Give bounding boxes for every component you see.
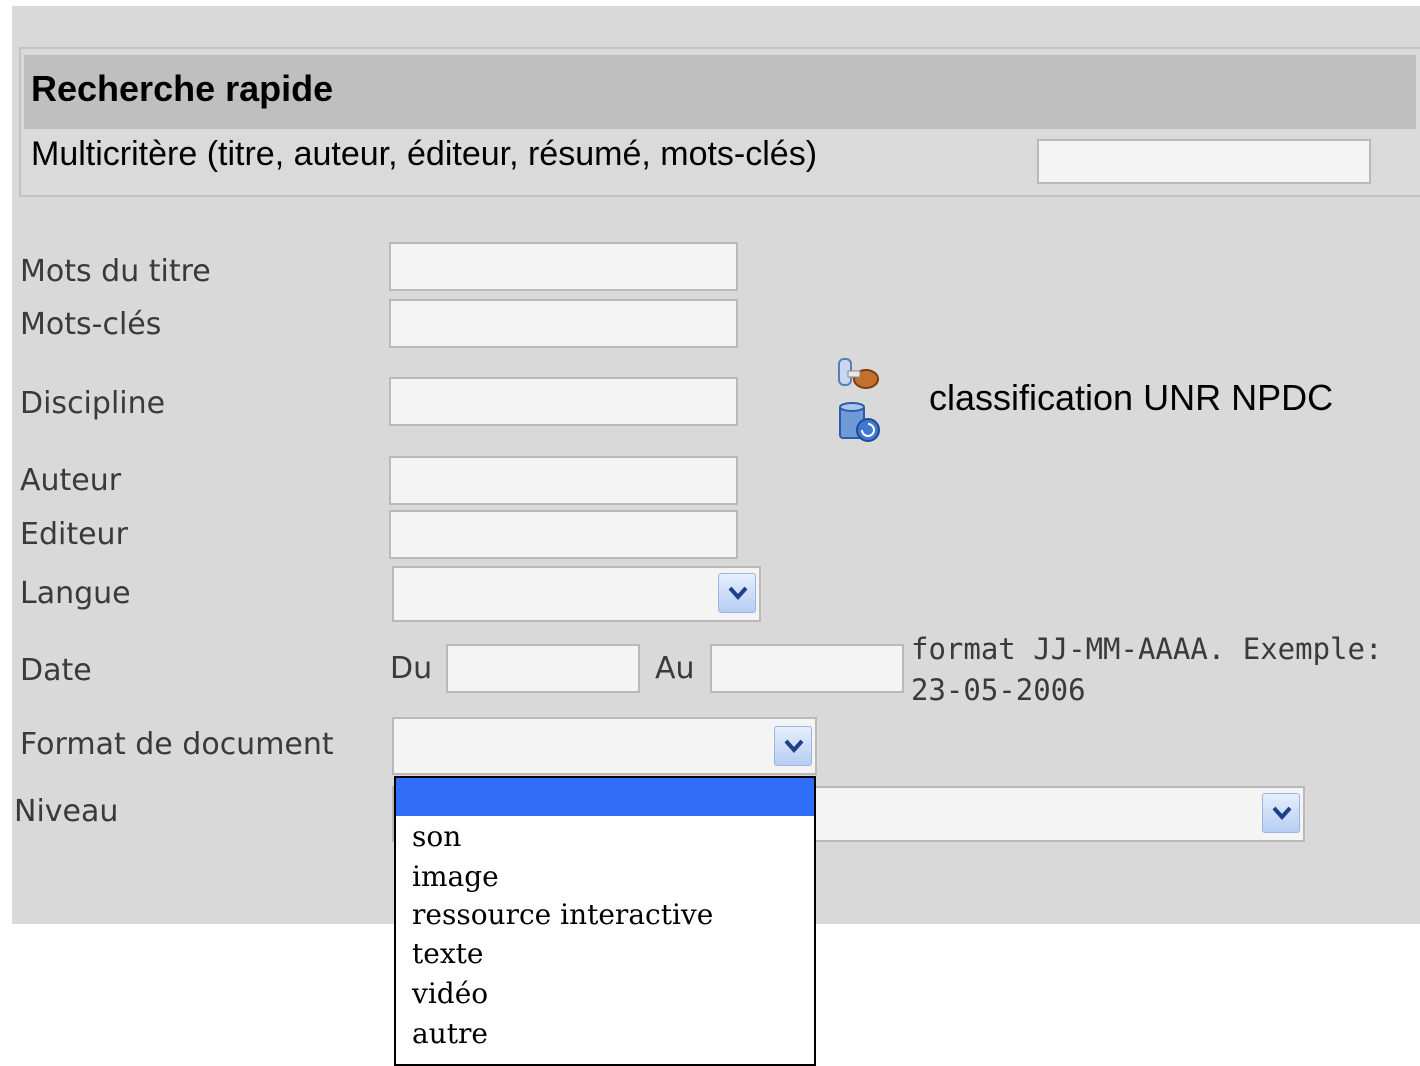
date-format-hint: format JJ-MM-AAAA. Exemple: [911,632,1383,666]
language-label: Langue [20,576,131,611]
date-format-example: 23-05-2006 [911,673,1086,707]
option-son[interactable]: son [412,820,461,853]
date-to-label: Au [655,651,695,686]
title-words-input[interactable] [389,242,738,291]
author-label: Auteur [20,463,122,498]
keywords-input[interactable] [389,299,738,348]
chevron-down-icon[interactable] [1262,793,1300,833]
date-from-label: Du [390,651,433,686]
author-input[interactable] [389,456,738,505]
multicriteria-label: Multicritère (titre, auteur, éditeur, ré… [31,135,818,173]
date-label: Date [20,653,92,688]
date-to-input[interactable] [710,644,904,693]
option-image[interactable]: image [412,860,499,893]
document-format-select[interactable] [392,717,817,775]
chevron-down-icon[interactable] [774,726,812,766]
document-format-dropdown-list: son image ressource interactive texte vi… [394,776,816,1066]
chevron-down-icon[interactable] [718,573,756,613]
database-icon[interactable] [836,400,882,444]
option-video[interactable]: vidéo [412,977,488,1010]
publisher-input[interactable] [389,510,738,559]
multicriteria-input[interactable] [1037,139,1371,184]
level-label: Niveau [14,794,119,829]
option-blank-selected[interactable] [396,778,814,816]
date-from-input[interactable] [446,644,640,693]
publisher-label: Editeur [20,517,128,552]
keywords-label: Mots-clés [20,307,162,342]
discipline-label: Discipline [20,386,166,421]
option-autre[interactable]: autre [412,1017,488,1050]
language-select[interactable] [392,566,761,622]
tree-browse-icon[interactable] [836,357,882,393]
option-ressource-interactive[interactable]: ressource interactive [412,898,713,931]
document-format-label: Format de document [20,727,334,762]
quick-search-title: Recherche rapide [31,68,334,109]
title-words-label: Mots du titre [20,254,211,289]
classification-link[interactable]: classification UNR NPDC [929,377,1333,419]
discipline-input[interactable] [389,377,738,426]
option-texte[interactable]: texte [412,937,483,970]
